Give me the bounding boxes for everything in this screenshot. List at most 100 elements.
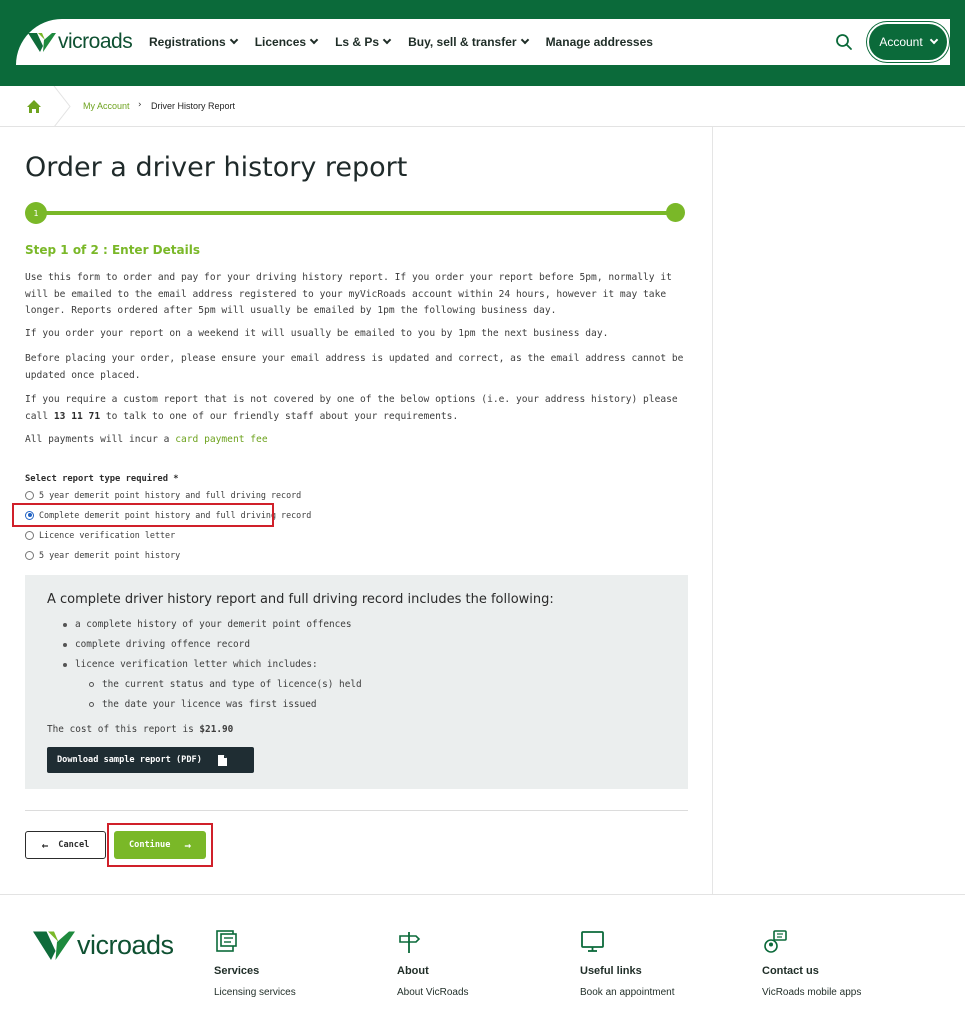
nav-label: Buy, sell & transfer <box>408 35 517 49</box>
radio-label: 5 year demerit point history and full dr… <box>39 490 302 500</box>
intro-text: Use this form to order and pay for your … <box>25 272 672 316</box>
list-item-text: a complete history of your demerit point… <box>75 619 352 630</box>
info-panel-title: A complete driver history report and ful… <box>47 592 554 607</box>
search-icon[interactable] <box>835 33 853 51</box>
list-item: complete driving offence record <box>63 639 250 650</box>
step-indicator-current: 1 <box>25 202 47 224</box>
sub-list-item: the current status and type of licence(s… <box>89 679 362 690</box>
home-icon[interactable] <box>26 99 42 114</box>
list-item-text: the date your licence was first issued <box>102 699 317 710</box>
list-item: licence verification letter which includ… <box>63 659 318 670</box>
sub-list-item: the date your licence was first issued <box>89 699 316 710</box>
primary-nav: Registrations Licences Ls & Ps Buy, sell… <box>149 19 671 65</box>
nav-label: Manage addresses <box>545 35 653 49</box>
account-button[interactable]: Account <box>867 22 949 62</box>
account-label: Account <box>879 35 923 49</box>
vicroads-logo-mark-icon <box>33 931 75 960</box>
footer-heading: Contact us <box>762 965 819 977</box>
footer-logo-text: vicroads <box>77 929 174 960</box>
radio-button[interactable] <box>25 530 34 540</box>
footer-heading: About <box>397 965 429 977</box>
report-option-5yr-full[interactable]: 5 year demerit point history and full dr… <box>25 490 301 500</box>
list-item-text: licence verification letter which includ… <box>75 659 318 670</box>
page-title: Order a driver history report <box>25 152 408 183</box>
bullet-icon <box>63 662 67 667</box>
footer-col-contact: Contact us VicRoads mobile apps <box>762 929 861 998</box>
bullet-icon <box>89 702 94 707</box>
sidebar-divider <box>712 127 713 894</box>
main-navbar: vicroads Registrations Licences Ls & Ps … <box>16 19 950 65</box>
vicroads-logo-mark-icon <box>28 33 56 52</box>
chevron-down-icon <box>929 35 938 45</box>
payment-fee-text: All payments will incur a card payment f… <box>25 432 690 449</box>
list-item-text: the current status and type of licence(s… <box>102 679 362 690</box>
cancel-button[interactable]: ← Cancel <box>25 831 106 859</box>
nav-label: Registrations <box>149 35 226 49</box>
step-indicator-final <box>666 203 685 222</box>
report-option-5yr-demerit[interactable]: 5 year demerit point history <box>25 550 180 560</box>
contact-icon <box>764 930 787 953</box>
nav-buy-sell-transfer[interactable]: Buy, sell & transfer <box>408 35 529 49</box>
monitor-icon <box>581 931 604 952</box>
arrow-left-icon: ← <box>41 838 49 852</box>
chevron-down-icon <box>382 35 392 45</box>
email-note-text: Before placing your order, please ensure… <box>25 351 690 384</box>
chevron-down-icon <box>520 35 529 45</box>
radio-label: Licence verification letter <box>39 530 176 540</box>
report-cost: The cost of this report is $21.90 <box>47 724 233 735</box>
download-label: Download sample report (PDF) <box>57 755 202 765</box>
signpost-icon <box>399 932 421 953</box>
cancel-label: Cancel <box>58 840 90 850</box>
cost-value: $21.90 <box>199 724 234 735</box>
payment-text: All payments will incur a <box>25 434 176 445</box>
footer-heading: Useful links <box>580 965 642 977</box>
nav-label: Licences <box>254 35 307 49</box>
selection-highlight <box>12 503 274 527</box>
vicroads-logo[interactable]: vicroads <box>28 27 133 57</box>
nav-registrations[interactable]: Registrations <box>149 35 238 49</box>
footer-heading: Services <box>214 965 260 977</box>
chevron-down-icon <box>309 35 319 45</box>
continue-highlight <box>107 823 213 867</box>
services-icon <box>216 930 237 952</box>
report-option-licence-letter[interactable]: Licence verification letter <box>25 530 175 540</box>
step-title: Step 1 of 2 : Enter Details <box>25 243 200 257</box>
list-item: a complete history of your demerit point… <box>63 619 352 630</box>
download-sample-button[interactable]: Download sample report (PDF) <box>47 747 254 773</box>
footer-logo[interactable]: vicroads <box>33 927 174 963</box>
radio-label: 5 year demerit point history <box>39 550 181 560</box>
radio-button[interactable] <box>25 490 34 500</box>
breadcrumb-my-account[interactable]: My Account <box>83 101 130 111</box>
footer-link[interactable]: VicRoads mobile apps <box>762 987 861 998</box>
breadcrumb-current: Driver History Report <box>151 101 236 111</box>
footer-link[interactable]: Licensing services <box>214 987 296 998</box>
footer-col-about: About About VicRoads <box>397 929 469 998</box>
breadcrumb-divider <box>53 86 71 127</box>
breadcrumb <box>0 86 965 127</box>
footer-link[interactable]: Book an appointment <box>580 987 675 998</box>
nav-label: Ls & Ps <box>335 35 380 49</box>
breadcrumb-separator: › <box>138 100 142 110</box>
bullet-icon <box>89 682 94 687</box>
footer-link[interactable]: About VicRoads <box>397 987 469 998</box>
bullet-icon <box>63 642 67 647</box>
form-divider <box>25 810 688 811</box>
report-info-panel: A complete driver history report and ful… <box>25 575 688 789</box>
nav-ls-ps[interactable]: Ls & Ps <box>335 35 392 49</box>
bullet-icon <box>63 622 67 627</box>
radio-button[interactable] <box>25 550 34 560</box>
custom-text-end: to talk to one of our friendly staff abo… <box>100 410 459 422</box>
footer: vicroads Services Licensing services Abo… <box>0 894 965 1024</box>
email-note: Before placing your order, please ensure… <box>25 353 684 381</box>
nav-manage-addresses[interactable]: Manage addresses <box>546 35 653 49</box>
footer-col-services: Services Licensing services <box>214 929 296 998</box>
progress-bar <box>36 211 676 215</box>
list-item-text: complete driving offence record <box>75 639 250 650</box>
document-icon <box>217 754 227 766</box>
logo-text: vicroads <box>58 30 133 53</box>
card-payment-fee-link[interactable]: card payment fee <box>175 434 267 445</box>
phone-number: 13 11 71 <box>53 410 101 422</box>
chevron-down-icon <box>229 35 238 45</box>
cost-label: The cost of this report is <box>47 724 200 735</box>
nav-licences[interactable]: Licences <box>254 35 319 49</box>
